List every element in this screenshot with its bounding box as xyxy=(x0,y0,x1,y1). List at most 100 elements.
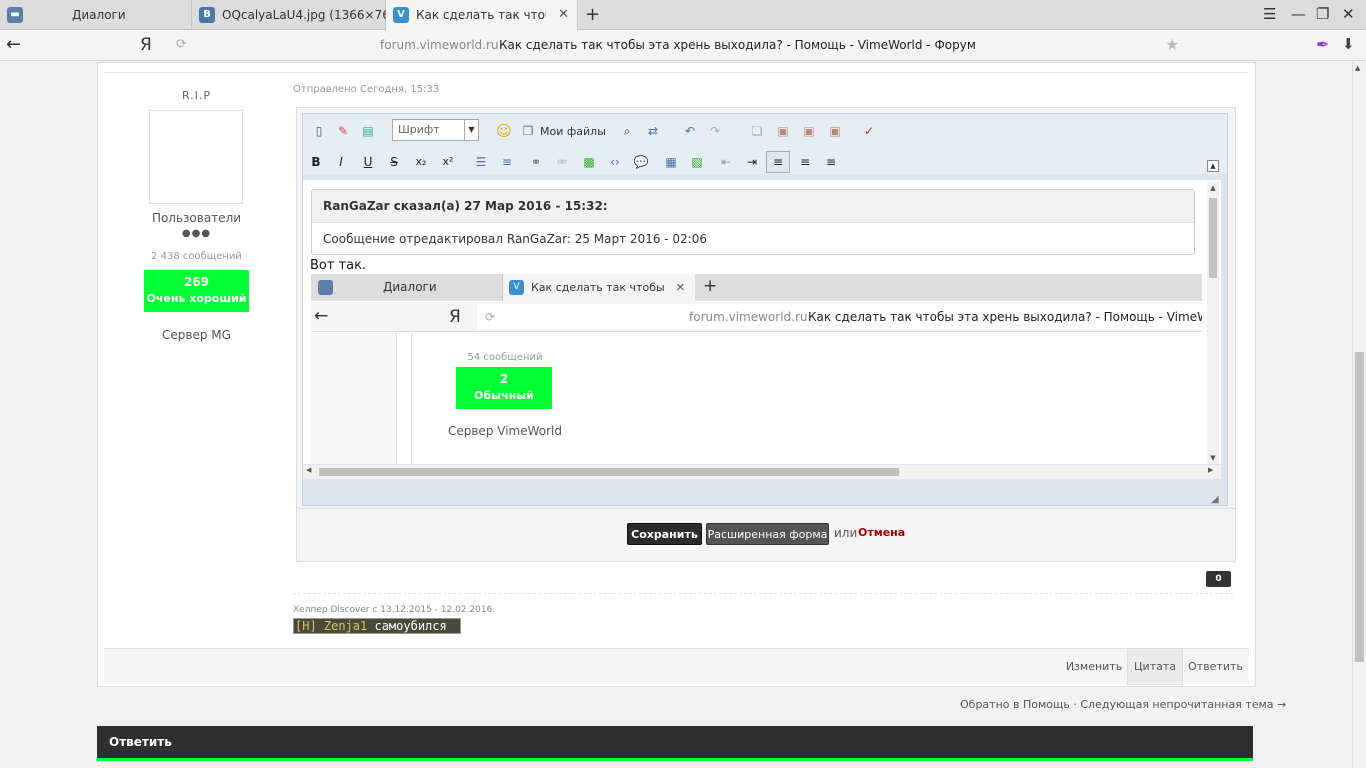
close-window-icon[interactable]: ✕ xyxy=(1342,5,1355,23)
menu-icon[interactable]: ☰ xyxy=(1263,5,1276,23)
indent-icon[interactable]: ⇥ xyxy=(744,154,760,170)
url-page-title[interactable]: Как сделать так чтобы эта хрень выходила… xyxy=(499,38,976,52)
download-icon[interactable]: ⬇ xyxy=(1342,35,1355,53)
tab-image[interactable]: B OQcalyaLaU4.jpg (1366×768) xyxy=(192,0,402,30)
minimize-icon[interactable]: — xyxy=(1291,5,1306,23)
cancel-link[interactable]: Отмена xyxy=(858,526,905,539)
quote-block: RanGaZar сказал(а) 27 Мар 2016 - 15:32: … xyxy=(311,189,1195,255)
my-files-button[interactable]: Мои файлы xyxy=(540,125,606,138)
unlink-icon[interactable]: ⚮ xyxy=(554,154,570,170)
scroll-left-icon[interactable]: ◀ xyxy=(306,466,311,474)
editor-hscrollbar[interactable]: ◀ ▶ xyxy=(303,465,1221,479)
restore-icon[interactable]: ❐ xyxy=(1316,5,1329,23)
editor-hscroll-thumb[interactable] xyxy=(319,468,899,476)
page-scrollbar[interactable]: ▲ xyxy=(1352,62,1366,768)
feather-icon[interactable]: ✒ xyxy=(1316,35,1329,54)
tab-forum[interactable]: V Как сделать так чтобы эт ✕ xyxy=(386,0,578,31)
post-date: Отправлено Сегодня, 15:33 xyxy=(293,84,440,95)
chevron-down-icon: ▼ xyxy=(464,120,478,140)
align-left-icon: ≡ xyxy=(772,155,784,169)
resize-handle-icon[interactable]: ◢ xyxy=(1211,494,1219,505)
code-icon[interactable]: ‹› xyxy=(607,154,623,170)
editor-vscrollbar[interactable]: ▲ ▼ xyxy=(1207,182,1219,464)
image-icon[interactable]: ▩ xyxy=(581,154,597,170)
strike-icon[interactable]: S xyxy=(386,154,402,170)
editor-content[interactable]: RanGaZar сказал(а) 27 Мар 2016 - 15:32: … xyxy=(303,180,1221,464)
media-icon[interactable]: ▦ xyxy=(663,154,679,170)
spoiler-icon[interactable]: ▧ xyxy=(689,154,705,170)
author-post-count[interactable]: 2 438 сообщений xyxy=(98,251,295,262)
save-button[interactable]: Сохранить xyxy=(627,523,702,545)
italic-icon[interactable]: I xyxy=(333,154,349,170)
paste-icon[interactable]: ▣ xyxy=(775,123,791,139)
link-icon[interactable]: ⚭ xyxy=(528,154,544,170)
copy-icon[interactable]: ❏ xyxy=(749,123,765,139)
number-list-icon[interactable]: ≡ xyxy=(499,154,515,170)
undo-icon[interactable]: ↶ xyxy=(682,123,698,139)
post-panel: R.I.P Пользователи ●●● 2 438 сообщений 2… xyxy=(97,62,1256,687)
scroll-down-icon[interactable]: ▼ xyxy=(1207,452,1219,464)
reply-button[interactable]: Ответить xyxy=(1182,649,1248,685)
bold-icon[interactable]: B xyxy=(308,154,324,170)
browser-nav-bar: ← Я ⟳ forum.vimeworld.ru Как сделать так… xyxy=(0,31,1366,61)
inner-left-column xyxy=(311,333,397,464)
vimeworld-icon: V xyxy=(509,280,524,295)
tab-dialogs[interactable]: ▬ Диалоги xyxy=(0,0,192,30)
align-center-icon[interactable]: ≡ xyxy=(797,154,813,170)
edit-button[interactable]: Изменить xyxy=(1061,649,1127,685)
scroll-up-icon[interactable]: ▲ xyxy=(1207,182,1219,194)
yandex-icon[interactable]: Я xyxy=(140,35,152,55)
superscript-icon[interactable]: x² xyxy=(440,154,456,170)
scroll-up-icon[interactable]: ▲ xyxy=(1355,64,1360,72)
scroll-right-icon[interactable]: ▶ xyxy=(1208,466,1213,474)
bookmark-star-icon[interactable]: ★ xyxy=(1165,35,1179,54)
quote-button[interactable]: Цитата xyxy=(1127,649,1182,685)
reload-icon: ⟳ xyxy=(485,310,496,324)
next-unread-link[interactable]: Следующая непрочитанная тема → xyxy=(1080,698,1286,711)
separator: · xyxy=(1073,698,1077,711)
underline-icon[interactable]: U xyxy=(360,154,376,170)
browser-tab-bar: ▬ Диалоги B OQcalyaLaU4.jpg (1366×768) V… xyxy=(0,0,1366,31)
bullet-list-icon[interactable]: ☰ xyxy=(473,154,489,170)
outdent-icon[interactable]: ⇤ xyxy=(718,154,734,170)
reload-icon[interactable]: ⟳ xyxy=(176,37,187,52)
close-icon[interactable]: ✕ xyxy=(558,0,569,30)
quote-icon[interactable]: 💬 xyxy=(633,154,649,170)
editor-vscroll-thumb[interactable] xyxy=(1209,198,1217,278)
author-group: Пользователи xyxy=(151,211,242,225)
inner-url-title: Как сделать так чтобы эта хрень выходила… xyxy=(808,310,1202,324)
new-tab-button[interactable]: + xyxy=(585,4,600,25)
files-icon[interactable]: ❐ xyxy=(520,123,536,139)
source-icon[interactable]: ▯ xyxy=(311,123,327,139)
reputation-badge: 269 Очень хороший xyxy=(144,270,249,312)
extended-form-button[interactable]: Расширенная форма xyxy=(706,523,829,545)
reputation-count-badge[interactable]: 0 xyxy=(1206,571,1231,587)
vimeworld-icon: V xyxy=(393,7,409,23)
signature-banner-name: [H] Zenja1 xyxy=(295,619,368,633)
replace-icon[interactable]: ⇄ xyxy=(645,123,661,139)
paste-text-icon[interactable]: ▣ xyxy=(801,123,817,139)
spellcheck-icon[interactable]: ✓ xyxy=(861,123,877,139)
binoculars-icon[interactable]: ⌕ xyxy=(619,123,635,139)
plus-icon: + xyxy=(703,276,718,296)
font-select[interactable]: Шрифт ▼ xyxy=(392,119,479,141)
inner-tab-forum: V Как сделать так чтобы эт ✕ xyxy=(503,274,695,302)
url-domain[interactable]: forum.vimeworld.ru xyxy=(380,38,499,52)
subscript-icon[interactable]: x₂ xyxy=(413,154,429,170)
reputation-label: Очень хороший xyxy=(146,292,247,305)
align-left-button[interactable]: ≡ xyxy=(766,151,790,173)
align-right-icon[interactable]: ≡ xyxy=(823,154,839,170)
redo-icon[interactable]: ↷ xyxy=(707,123,723,139)
template-icon[interactable]: ▤ xyxy=(360,123,376,139)
page-scroll-thumb[interactable] xyxy=(1355,352,1364,662)
editor-frame: ▯ ✎ ▤ Шрифт ▼ ☺ ❐ Мои файлы ⌕ ⇄ ↶ ↷ ❏ ▣ xyxy=(302,113,1228,506)
reply-bar[interactable]: Ответить xyxy=(97,726,1253,761)
paste-word-icon[interactable]: ▣ xyxy=(827,123,843,139)
collapse-toolbar-icon[interactable]: ▲ xyxy=(1207,160,1219,172)
avatar[interactable] xyxy=(149,110,243,204)
emoticon-icon[interactable]: ☺ xyxy=(496,123,512,139)
signature-divider xyxy=(293,593,1233,594)
back-button[interactable]: ← xyxy=(6,34,21,55)
eraser-icon[interactable]: ✎ xyxy=(335,123,351,139)
back-to-forum-link[interactable]: Обратно в Помощь xyxy=(960,698,1070,711)
